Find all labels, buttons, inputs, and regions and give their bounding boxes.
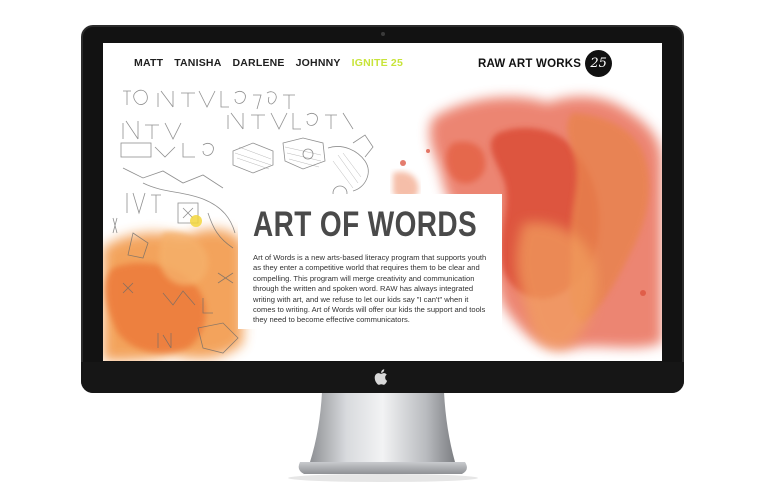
- nav-item-tanisha[interactable]: TANISHA: [174, 57, 221, 69]
- nav-item-matt[interactable]: MATT: [134, 57, 163, 69]
- nav-item-johnny[interactable]: JOHNNY: [296, 57, 341, 69]
- nav-item-darlene[interactable]: DARLENE: [232, 57, 284, 69]
- desktop-mockup: MATT TANISHA DARLENE JOHNNY IGNITE 25 RA…: [0, 0, 765, 504]
- brand-logo[interactable]: RAW ART WORKS 25: [478, 50, 613, 77]
- sketch-hatching: [234, 146, 362, 189]
- brand-name: RAW ART WORKS: [478, 57, 582, 70]
- website-screen: MATT TANISHA DARLENE JOHNNY IGNITE 25 RA…: [103, 43, 662, 361]
- nav-item-ignite-25[interactable]: IGNITE 25: [352, 57, 403, 69]
- circle-25-badge: 25: [585, 50, 613, 77]
- top-nav: MATT TANISHA DARLENE JOHNNY IGNITE 25: [134, 57, 403, 69]
- card-description: Art of Words is a new arts-based literac…: [253, 253, 487, 325]
- content-card: ART OF WORDS Art of Words is a new arts-…: [238, 194, 502, 329]
- camera-dot: [381, 32, 385, 36]
- apple-icon: [374, 369, 388, 385]
- page-title: ART OF WORDS: [253, 205, 478, 244]
- orange-watercolor-splash: [103, 228, 243, 361]
